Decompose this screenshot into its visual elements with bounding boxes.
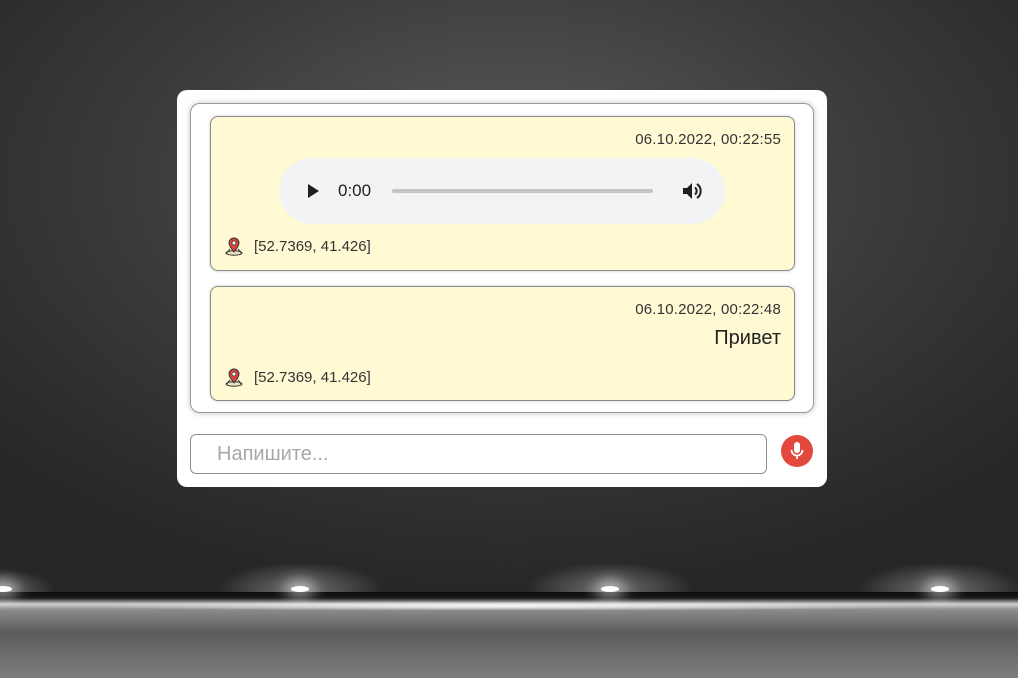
message-item-audio: 06.10.2022, 00:22:55 0:00 [52.7369, 41.4… [210, 116, 795, 271]
play-icon [308, 184, 319, 198]
record-voice-button[interactable] [781, 435, 813, 467]
volume-icon [683, 183, 702, 199]
message-timestamp: 06.10.2022, 00:22:48 [635, 301, 781, 318]
chat-window: 06.10.2022, 00:22:55 0:00 [52.7369, 41.4… [177, 90, 827, 487]
message-timestamp: 06.10.2022, 00:22:55 [635, 131, 781, 148]
map-pin-icon [225, 237, 243, 256]
audio-current-time: 0:00 [338, 181, 372, 200]
location-coordinates: [52.7369, 41.426] [254, 368, 371, 386]
message-location: [52.7369, 41.426] [224, 236, 371, 256]
audio-progress-slider[interactable] [392, 189, 653, 193]
volume-button[interactable] [680, 179, 704, 203]
message-location: [52.7369, 41.426] [224, 367, 371, 387]
background-spotlight [931, 586, 949, 592]
microphone-icon [790, 442, 804, 459]
message-text: Привет [714, 327, 781, 349]
map-pin-icon [225, 368, 243, 387]
background-spotlight [601, 586, 619, 592]
message-item-text: 06.10.2022, 00:22:48 Привет [52.7369, 41… [210, 286, 795, 401]
play-button[interactable] [303, 181, 323, 201]
background-spotlight [291, 586, 309, 592]
audio-player: 0:00 [279, 158, 725, 224]
message-input[interactable] [190, 434, 767, 474]
location-coordinates: [52.7369, 41.426] [254, 237, 371, 255]
background-floor-glow [0, 600, 1018, 612]
message-feed[interactable]: 06.10.2022, 00:22:55 0:00 [52.7369, 41.4… [190, 103, 814, 413]
